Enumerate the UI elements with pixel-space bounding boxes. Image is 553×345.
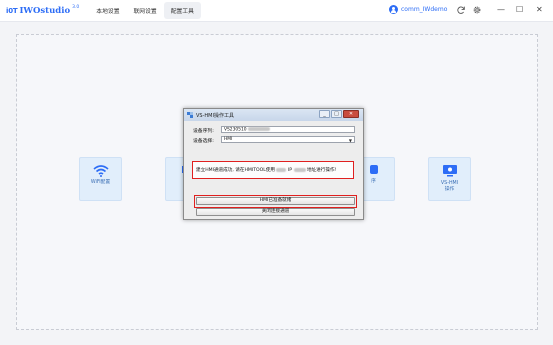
nav-config-tools[interactable]: 配置工具 <box>163 2 201 19</box>
serial-value: VS230510 <box>224 127 247 133</box>
avatar <box>389 5 398 14</box>
serial-icon <box>369 165 378 174</box>
app-version: 3.0 <box>72 5 80 10</box>
user-account[interactable]: comm_IWdemo <box>389 5 447 14</box>
status-message-prefix: 建立HMI通道成功, 请在HMITOOL使用 <box>196 168 276 173</box>
status-message-mid: IP <box>287 168 293 173</box>
close-channel-button[interactable]: 关闭连接通道 <box>196 208 355 216</box>
hmi-tool-dialog: VS-HMI操作工具 _ □ ✕ 设备序列: VS230510 设备选择: HM… <box>183 108 364 220</box>
main-nav: 本地设置 联网设置 配置工具 <box>89 2 201 19</box>
monitor-icon <box>442 165 457 177</box>
refresh-icon[interactable] <box>456 5 466 15</box>
maximize-button[interactable]: ☐ <box>516 4 523 16</box>
dialog-titlebar[interactable]: VS-HMI操作工具 _ □ ✕ <box>184 109 363 121</box>
status-message-suffix: 地址进行操作! <box>307 168 337 173</box>
app-small-icon <box>187 112 193 118</box>
dialog-title: VS-HMI操作工具 <box>196 112 234 119</box>
serial-label: 设备序列: <box>193 129 214 134</box>
username: comm_IWdemo <box>401 6 448 13</box>
wifi-icon <box>92 165 109 177</box>
card-wifi-config[interactable]: WiFi配置 <box>79 157 122 201</box>
card-wifi-label: WiFi配置 <box>90 180 111 185</box>
minimize-button[interactable]: — <box>497 4 505 16</box>
close-button[interactable]: ✕ <box>536 4 543 16</box>
card-vs-hmi-label: VS-HMI 操作 <box>440 181 459 192</box>
card-vs-hmi[interactable]: VS-HMI 操作 <box>428 157 471 201</box>
card-serial-label: 序 <box>371 179 376 184</box>
logo-mark: i0T <box>6 6 18 15</box>
hmi-ready-button[interactable]: HMI已准备就绪 <box>196 197 355 205</box>
chevron-down-icon: ▼ <box>348 138 352 143</box>
status-message-box: 建立HMI通道成功, 请在HMITOOL使用 IP 地址进行操作! <box>192 161 354 179</box>
app-header: i0T IWOstudio 3.0 本地设置 联网设置 配置工具 <box>0 0 553 22</box>
device-select[interactable]: HMI ▼ <box>221 136 355 143</box>
gear-icon[interactable] <box>472 5 482 15</box>
nav-local-settings[interactable]: 本地设置 <box>89 2 126 19</box>
device-value: HMI <box>224 137 233 142</box>
serial-field[interactable]: VS230510 <box>221 126 355 133</box>
redacted-ip-1 <box>276 167 287 172</box>
device-label: 设备选择: <box>193 139 214 144</box>
dialog-maximize-button[interactable]: □ <box>331 110 342 118</box>
app-name: IWOstudio <box>19 5 71 16</box>
dialog-minimize-button[interactable]: _ <box>319 110 330 118</box>
dialog-close-button[interactable]: ✕ <box>343 110 359 118</box>
app-logo: i0T IWOstudio 3.0 <box>6 5 80 16</box>
redacted-serial <box>247 127 270 131</box>
redacted-ip-2 <box>293 167 306 172</box>
status-message: 建立HMI通道成功, 请在HMITOOL使用 IP 地址进行操作! <box>196 167 336 173</box>
nav-network-settings[interactable]: 联网设置 <box>127 2 164 19</box>
